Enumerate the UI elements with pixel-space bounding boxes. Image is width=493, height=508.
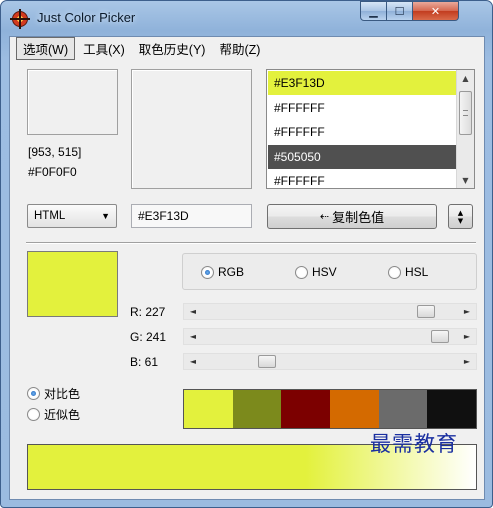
slider-right-icon[interactable]: ►: [460, 329, 474, 344]
palette-swatch[interactable]: [378, 390, 428, 428]
palette-swatch[interactable]: [427, 390, 477, 428]
red-slider[interactable]: ◄ ►: [183, 303, 477, 320]
menu-tools[interactable]: 工具(X): [77, 38, 131, 59]
mode-hsl-radio[interactable]: HSL: [388, 265, 428, 279]
palette-swatch[interactable]: [330, 390, 379, 428]
slider-left-icon[interactable]: ◄: [186, 354, 200, 369]
mode-rgb-label: RGB: [218, 265, 245, 279]
scroll-thumb[interactable]: [459, 91, 472, 135]
hex-value-text: #E3F13D: [138, 209, 189, 223]
slider-left-icon[interactable]: ◄: [186, 329, 200, 344]
minimize-icon: ▁: [369, 4, 378, 18]
radio-icon: [201, 265, 214, 279]
green-value-label: G: 241: [130, 330, 167, 344]
divider: [26, 242, 476, 244]
grip-icon: [463, 110, 468, 116]
color-mode-group: RGB HSV HSL: [182, 253, 477, 290]
radio-icon: [27, 387, 40, 400]
red-value-label: R: 227: [130, 305, 166, 319]
menu-options[interactable]: 选项(W): [16, 36, 76, 60]
history-item[interactable]: #FFFFFF: [268, 120, 456, 144]
format-select[interactable]: HTML ▼: [27, 204, 117, 228]
cursor-coordinates: [953, 515]: [28, 145, 82, 159]
slider-right-icon[interactable]: ►: [460, 304, 474, 319]
crosshair-icon: [10, 9, 30, 29]
history-scrollbar[interactable]: ▲ ▼: [456, 70, 474, 188]
copy-button-label: 复制色值: [332, 211, 385, 226]
green-slider-thumb[interactable]: [430, 330, 449, 343]
chevron-down-icon: ▼: [101, 211, 110, 221]
contrast-scheme-label: 对比色: [44, 387, 81, 401]
maximize-button[interactable]: ☐: [387, 1, 413, 21]
slider-right-icon[interactable]: ►: [460, 354, 474, 369]
analogous-scheme-label: 近似色: [44, 408, 81, 422]
radio-icon: [295, 265, 308, 279]
menu-help[interactable]: 帮助(Z): [213, 38, 266, 59]
history-item[interactable]: #FFFFFF: [268, 96, 456, 120]
mode-rgb-radio[interactable]: RGB: [201, 265, 244, 279]
picked-color-swatch: [27, 69, 118, 135]
menu-bar: 选项(W) 工具(X) 取色历史(Y) 帮助(Z): [10, 36, 484, 60]
analogous-scheme-radio[interactable]: 近似色: [27, 406, 80, 423]
history-item[interactable]: #E3F13D: [268, 71, 456, 95]
blue-value-label: B: 61: [130, 355, 159, 369]
title-bar[interactable]: Just Color Picker ▁ ☐ ✕: [1, 1, 492, 35]
mode-hsv-label: HSV: [312, 265, 337, 279]
maximize-icon: ☐: [394, 4, 405, 18]
blue-slider-thumb[interactable]: [258, 355, 277, 368]
format-spin-button[interactable]: ▲ ▼: [448, 204, 473, 229]
mode-hsv-radio[interactable]: HSV: [295, 265, 337, 279]
color-history-list[interactable]: #E3F13D #FFFFFF #FFFFFF #505050 #FFFFFF ▲ ▼: [266, 69, 475, 189]
radio-icon: [388, 265, 401, 279]
green-slider[interactable]: ◄ ►: [183, 328, 477, 345]
app-window: Just Color Picker ▁ ☐ ✕ 选项(W) 工具(X) 取色历史…: [0, 0, 493, 508]
palette-swatch[interactable]: [281, 390, 331, 428]
format-select-value: HTML: [34, 210, 66, 222]
history-item[interactable]: #505050: [268, 144, 456, 169]
history-item[interactable]: #FFFFFF: [268, 169, 456, 188]
palette-swatch[interactable]: [184, 390, 233, 428]
close-icon: ✕: [430, 4, 441, 18]
current-color-swatch: [27, 251, 118, 317]
contrast-scheme-radio[interactable]: 对比色: [27, 385, 80, 402]
watermark-text: 最需教育: [370, 432, 458, 456]
picked-color-hex: #F0F0F0: [28, 165, 77, 179]
window-title: Just Color Picker: [37, 10, 136, 25]
mode-hsl-label: HSL: [405, 265, 429, 279]
color-scheme-palette: [183, 389, 477, 429]
close-button[interactable]: ✕: [413, 1, 459, 21]
copy-color-button[interactable]: ⇠ 复制色值: [267, 204, 437, 229]
palette-swatch[interactable]: [232, 390, 282, 428]
minimize-button[interactable]: ▁: [360, 1, 387, 21]
scroll-down-icon[interactable]: ▼: [457, 172, 474, 188]
spin-down-icon: ▼: [457, 216, 464, 225]
radio-icon: [27, 408, 40, 421]
spin-up-icon: ▲: [457, 208, 464, 217]
red-slider-thumb[interactable]: [417, 305, 436, 318]
slider-left-icon[interactable]: ◄: [186, 304, 200, 319]
caption-buttons: ▁ ☐ ✕: [360, 1, 459, 22]
menu-history[interactable]: 取色历史(Y): [133, 38, 212, 59]
blue-slider[interactable]: ◄ ►: [183, 353, 477, 370]
magnifier-preview: [131, 69, 252, 189]
scroll-up-icon[interactable]: ▲: [457, 70, 474, 86]
hex-value-input[interactable]: #E3F13D: [131, 204, 252, 228]
copy-arrow-icon: ⇠: [319, 210, 330, 223]
